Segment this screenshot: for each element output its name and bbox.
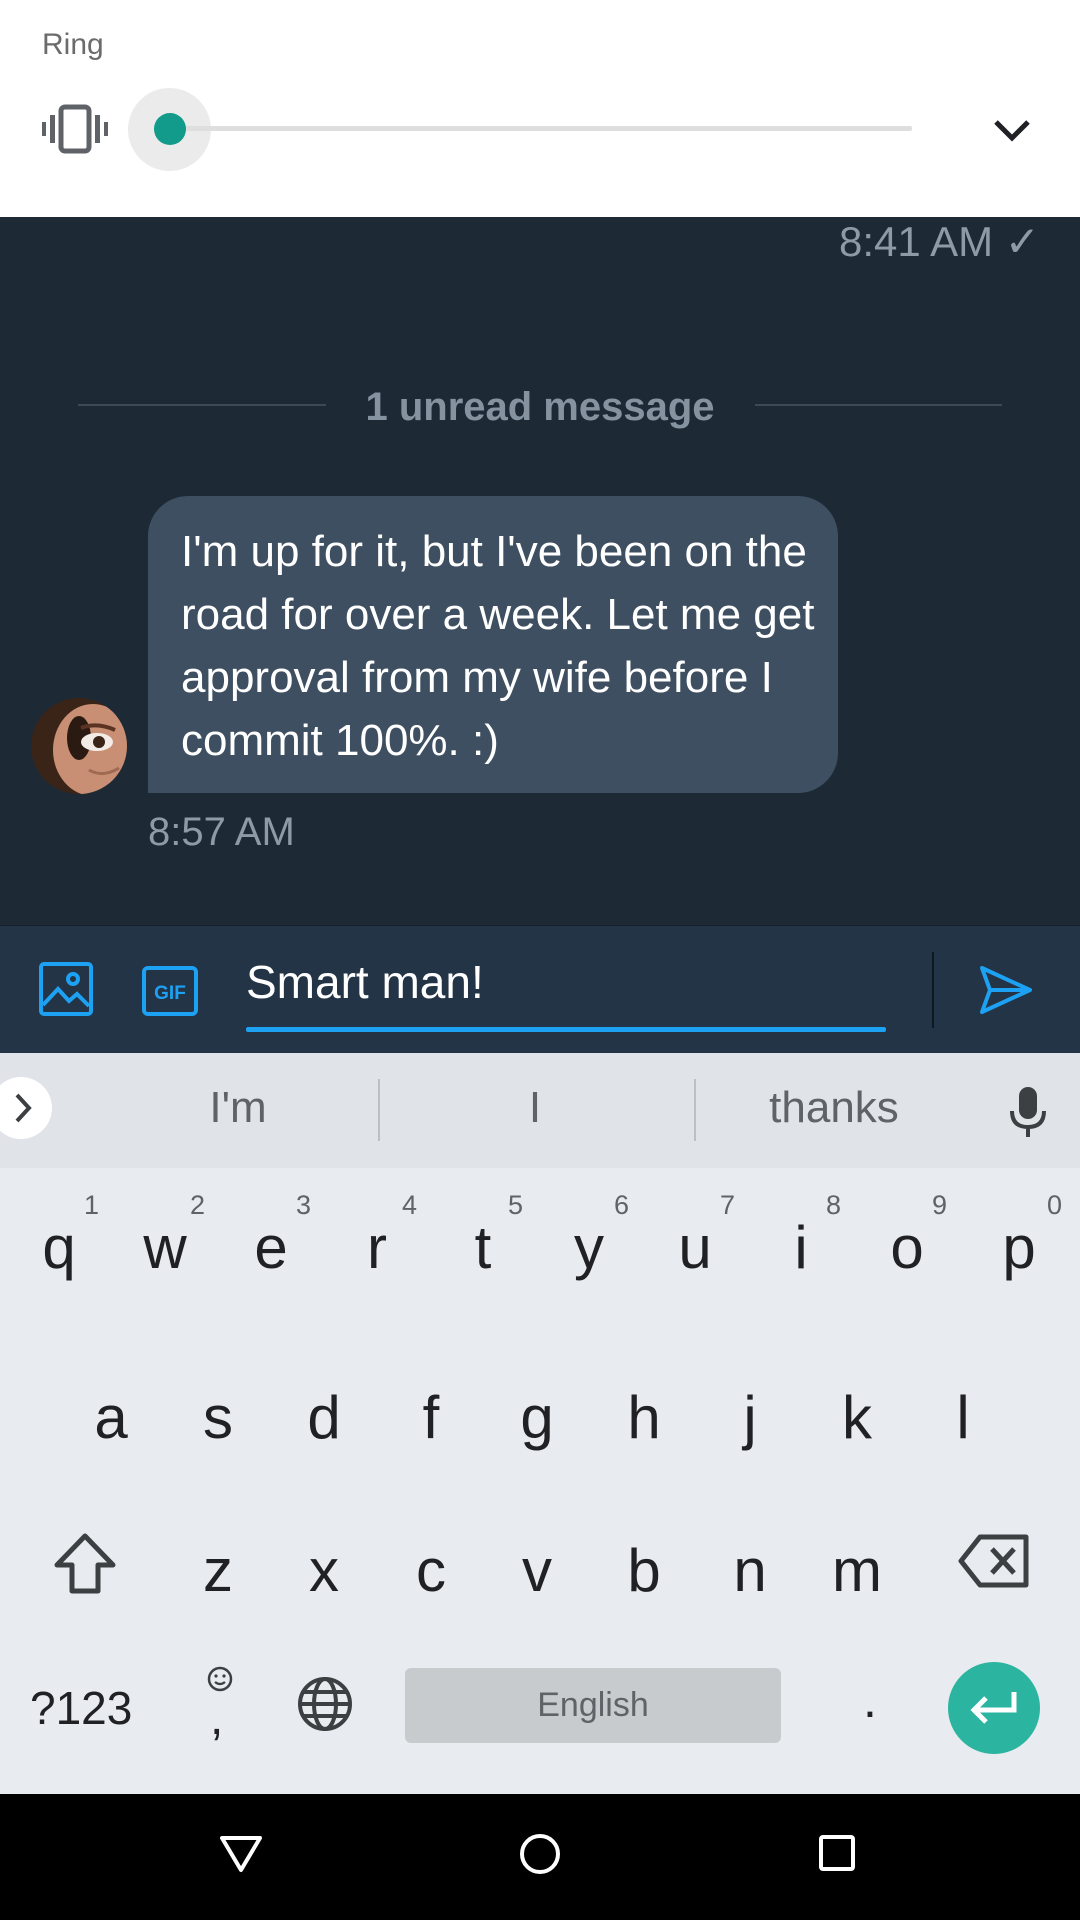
key-s[interactable]: s <box>168 1343 268 1483</box>
key-v[interactable]: v <box>487 1496 587 1636</box>
key-u[interactable]: 7u <box>645 1178 745 1318</box>
key-t[interactable]: 5t <box>433 1178 533 1318</box>
gif-icon[interactable]: GIF <box>142 966 198 1016</box>
chevron-down-icon[interactable] <box>990 114 1034 144</box>
divider <box>755 404 1002 406</box>
key-h[interactable]: h <box>594 1343 694 1483</box>
back-icon[interactable] <box>218 1834 264 1874</box>
key-d[interactable]: d <box>274 1343 374 1483</box>
volume-stream-label: Ring <box>42 28 104 61</box>
chevron-right-icon <box>15 1093 32 1123</box>
avatar[interactable] <box>31 698 127 794</box>
key-y[interactable]: 6y <box>539 1178 639 1318</box>
composer: GIF <box>0 925 1080 1053</box>
key-e[interactable]: 3e <box>221 1178 321 1318</box>
previous-message-time: 8:41 AM ✓ <box>839 218 1040 265</box>
divider <box>78 404 326 406</box>
vibrate-icon[interactable] <box>42 104 108 154</box>
volume-slider-thumb[interactable] <box>154 113 186 145</box>
key-l[interactable]: l <box>913 1343 1013 1483</box>
divider <box>932 952 934 1028</box>
volume-panel: Ring <box>0 0 1080 217</box>
send-icon[interactable] <box>978 962 1034 1018</box>
message-input[interactable] <box>246 942 886 1022</box>
keyboard: I'm I thanks 1q 2w 3e 4r 5t 6y 7u 8i 9o … <box>0 1053 1080 1794</box>
comma-emoji-key[interactable]: , <box>202 1665 238 1745</box>
key-o[interactable]: 9o <box>857 1178 957 1318</box>
unread-divider-label: 1 unread message <box>365 385 715 429</box>
suggestion-strip: I'm I thanks <box>0 1053 1080 1168</box>
key-n[interactable]: n <box>700 1496 800 1636</box>
key-x[interactable]: x <box>274 1496 374 1636</box>
period-key[interactable]: . <box>850 1671 890 1729</box>
volume-slider[interactable] <box>170 126 912 131</box>
key-g[interactable]: g <box>487 1343 587 1483</box>
expand-toolbar-button[interactable] <box>0 1077 52 1139</box>
recent-apps-icon[interactable] <box>818 1834 856 1872</box>
key-p[interactable]: 0p <box>969 1178 1069 1318</box>
image-icon[interactable] <box>38 961 94 1017</box>
input-underline <box>246 1027 886 1032</box>
message-text: I'm up for it, but I've been on the road… <box>181 527 815 765</box>
key-w[interactable]: 2w <box>115 1178 215 1318</box>
backspace-icon[interactable] <box>958 1533 1030 1589</box>
key-b[interactable]: b <box>594 1496 694 1636</box>
shift-icon[interactable] <box>52 1531 118 1597</box>
home-icon[interactable] <box>518 1832 562 1876</box>
svg-text:GIF: GIF <box>154 983 186 1004</box>
key-r[interactable]: 4r <box>327 1178 427 1318</box>
message-time: 8:57 AM <box>148 810 295 854</box>
enter-key[interactable] <box>948 1662 1040 1754</box>
suggestion-2[interactable]: I <box>420 1083 650 1133</box>
key-m[interactable]: m <box>807 1496 907 1636</box>
key-i[interactable]: 8i <box>751 1178 851 1318</box>
key-c[interactable]: c <box>381 1496 481 1636</box>
suggestion-3[interactable]: thanks <box>714 1083 954 1133</box>
suggestion-1[interactable]: I'm <box>118 1083 358 1133</box>
key-f[interactable]: f <box>381 1343 481 1483</box>
microphone-icon[interactable] <box>1008 1085 1048 1139</box>
message-bubble[interactable]: I'm up for it, but I've been on the road… <box>148 496 838 793</box>
symbols-key[interactable]: ?123 <box>30 1681 132 1735</box>
key-z[interactable]: z <box>168 1496 268 1636</box>
key-q[interactable]: 1q <box>9 1178 109 1318</box>
space-key[interactable]: English <box>405 1668 781 1743</box>
navigation-bar <box>0 1794 1080 1920</box>
chat-messages[interactable]: 8:41 AM ✓ 1 unread message I'm up for it… <box>0 217 1080 925</box>
key-a[interactable]: a <box>61 1343 161 1483</box>
key-k[interactable]: k <box>807 1343 907 1483</box>
divider <box>378 1079 380 1141</box>
screen: Ring 8:41 AM ✓ 1 unread message I'm up f… <box>0 0 1080 1920</box>
comma-label: , <box>210 1692 224 1745</box>
enter-icon <box>970 1692 1017 1724</box>
divider <box>694 1079 696 1141</box>
globe-icon[interactable] <box>296 1675 354 1733</box>
key-j[interactable]: j <box>700 1343 800 1483</box>
